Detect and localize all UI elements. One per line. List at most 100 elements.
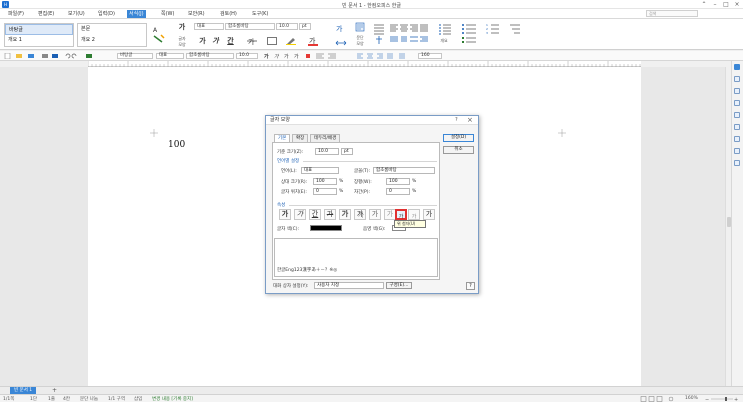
- font-unit-select[interactable]: pt: [299, 23, 311, 30]
- menu-security[interactable]: 보안(R): [186, 10, 207, 18]
- font-color-icon[interactable]: 가: [308, 36, 318, 46]
- char-shape-icon[interactable]: 가: [176, 22, 188, 32]
- quick-access-icons[interactable]: [4, 52, 114, 60]
- status-insert[interactable]: 삽입: [134, 396, 142, 402]
- history-icon[interactable]: [734, 88, 740, 94]
- toolbar-font-lang[interactable]: 대표: [156, 53, 184, 59]
- char-shape-dialog: 글자 모양 ? × 기본 확장 테두리/배경 설정(D) 취소 기준 크기(Z)…: [265, 115, 479, 294]
- para-shape-button[interactable]: 문단 모양: [351, 35, 369, 47]
- cancel-button[interactable]: 취소: [443, 146, 474, 154]
- style-list-1[interactable]: 바탕글 개요 1: [4, 23, 74, 47]
- help-icon[interactable]: ?: [455, 117, 458, 123]
- dialog-help-button[interactable]: ?: [466, 282, 475, 290]
- menu-format[interactable]: 서식(J): [127, 10, 146, 18]
- spacing-increase-icon[interactable]: 가: [335, 23, 347, 33]
- gallery-icon[interactable]: [734, 136, 740, 142]
- toolbar-font-size[interactable]: 10.0: [236, 53, 258, 59]
- attr-shadow[interactable]: 가: [354, 209, 366, 220]
- style-item[interactable]: 개요 2: [78, 35, 146, 46]
- minimize-button[interactable]: –: [711, 1, 719, 8]
- strikethrough-icon[interactable]: 가: [247, 37, 257, 46]
- attr-underline[interactable]: 간: [309, 209, 321, 220]
- menu-edit[interactable]: 편집(E): [36, 10, 56, 18]
- font-lang-select[interactable]: 대표: [194, 23, 224, 30]
- numbered-list-icon[interactable]: 123: [486, 22, 500, 36]
- attr-outline[interactable]: 가: [339, 209, 351, 220]
- menu-page[interactable]: 쪽(W): [159, 10, 176, 18]
- multilevel-list-icon[interactable]: [507, 22, 521, 36]
- menu-insert[interactable]: 입력(D): [96, 10, 117, 18]
- clipboard-icon[interactable]: [734, 148, 740, 154]
- spacing-decrease-icon[interactable]: [335, 38, 347, 48]
- align-buttons[interactable]: [389, 22, 429, 46]
- font-name-select[interactable]: 함초롬바탕: [225, 23, 275, 30]
- attr-strikethrough[interactable]: 가: [324, 209, 336, 220]
- outline-button[interactable]: 개요: [437, 38, 451, 44]
- text-color-swatch[interactable]: [310, 225, 342, 231]
- search-input[interactable]: 검색: [646, 10, 698, 17]
- tab-basic[interactable]: 기본: [274, 134, 291, 142]
- status-track[interactable]: 변경 내용 [기록 중지]: [152, 396, 193, 402]
- position-input[interactable]: 0: [313, 188, 337, 195]
- toolbar-align-icons[interactable]: [355, 53, 415, 59]
- kerning-input[interactable]: 0: [386, 188, 410, 195]
- highlighter-icon[interactable]: [286, 37, 296, 45]
- font-size-input[interactable]: 10.0: [276, 23, 298, 30]
- zoom-select[interactable]: 160: [418, 53, 442, 59]
- italic-button[interactable]: 가: [211, 36, 220, 46]
- style-item[interactable]: 개요 1: [5, 35, 73, 46]
- style-item[interactable]: 본문: [78, 24, 146, 35]
- dialog-close-icon[interactable]: ×: [467, 116, 473, 124]
- zoom-level[interactable]: 160%: [685, 396, 698, 401]
- close-button[interactable]: ×: [733, 1, 741, 8]
- dialog-settings-select[interactable]: 사용자 지정: [314, 282, 384, 289]
- maximize-button[interactable]: □: [722, 1, 730, 8]
- style-edit-icon[interactable]: A: [152, 24, 166, 44]
- bullet-list-icon[interactable]: [461, 22, 483, 46]
- menu-review[interactable]: 검토(H): [218, 10, 239, 18]
- para-shape-icon[interactable]: [355, 22, 365, 32]
- base-size-input[interactable]: 10.0: [315, 148, 339, 155]
- outline-icon[interactable]: [267, 37, 277, 45]
- lang-select[interactable]: 대표: [301, 167, 339, 174]
- format-icon[interactable]: [734, 76, 740, 82]
- ratio-input[interactable]: 100: [313, 178, 337, 185]
- bold-button[interactable]: 가: [198, 36, 207, 46]
- style-item[interactable]: 바탕글: [5, 24, 73, 35]
- doc-tab[interactable]: 빈 문서 1: [10, 387, 37, 394]
- toolbar-font-name[interactable]: 함초롬바탕: [186, 53, 234, 59]
- configure-button[interactable]: 구성(E)...: [386, 282, 412, 289]
- ok-button[interactable]: 설정(D): [443, 134, 474, 142]
- outline-number-icon[interactable]: [438, 22, 452, 36]
- tab-extended[interactable]: 확장: [292, 134, 309, 142]
- spacing-input[interactable]: 100: [386, 178, 410, 185]
- attr-subscript[interactable]: 가: [408, 209, 420, 220]
- style-select[interactable]: 바탕글: [117, 53, 153, 59]
- font-select[interactable]: 함초롬바탕: [373, 167, 435, 174]
- para-spacing-icon[interactable]: [373, 22, 385, 46]
- base-size-unit[interactable]: pt: [341, 148, 353, 155]
- tab-border[interactable]: 테두리/배경: [310, 134, 341, 142]
- document-icon[interactable]: [734, 100, 740, 106]
- toolbar-format-icons[interactable]: 가 가 가 가: [262, 53, 352, 60]
- style-list-2[interactable]: 본문 개요 2: [77, 23, 147, 47]
- attr-normal[interactable]: 가: [423, 209, 435, 220]
- attr-bold[interactable]: 가: [279, 209, 291, 220]
- attr-italic[interactable]: 가: [294, 209, 306, 220]
- char-shape-button[interactable]: 글자 모양: [173, 36, 191, 48]
- settings-icon[interactable]: [734, 160, 740, 166]
- navigation-icon[interactable]: [734, 112, 740, 118]
- dialog-title: 글자 모양: [266, 116, 478, 125]
- side-panel-icon[interactable]: [734, 64, 740, 70]
- underline-button[interactable]: 간: [226, 36, 235, 46]
- menu-view[interactable]: 보기(U): [66, 10, 87, 18]
- view-mode-icons[interactable]: [640, 396, 680, 402]
- zoom-slider[interactable]: − +: [705, 396, 739, 402]
- menu-file[interactable]: 파일(F): [6, 10, 26, 18]
- attr-superscript[interactable]: 가: [395, 209, 407, 220]
- bookmark-icon[interactable]: [734, 124, 740, 130]
- add-tab-icon[interactable]: +: [52, 387, 57, 394]
- ribbon-toggle-icon[interactable]: ⌃: [700, 1, 708, 8]
- menu-tools[interactable]: 도구(K): [250, 10, 270, 18]
- attr-emboss[interactable]: 가: [369, 209, 381, 220]
